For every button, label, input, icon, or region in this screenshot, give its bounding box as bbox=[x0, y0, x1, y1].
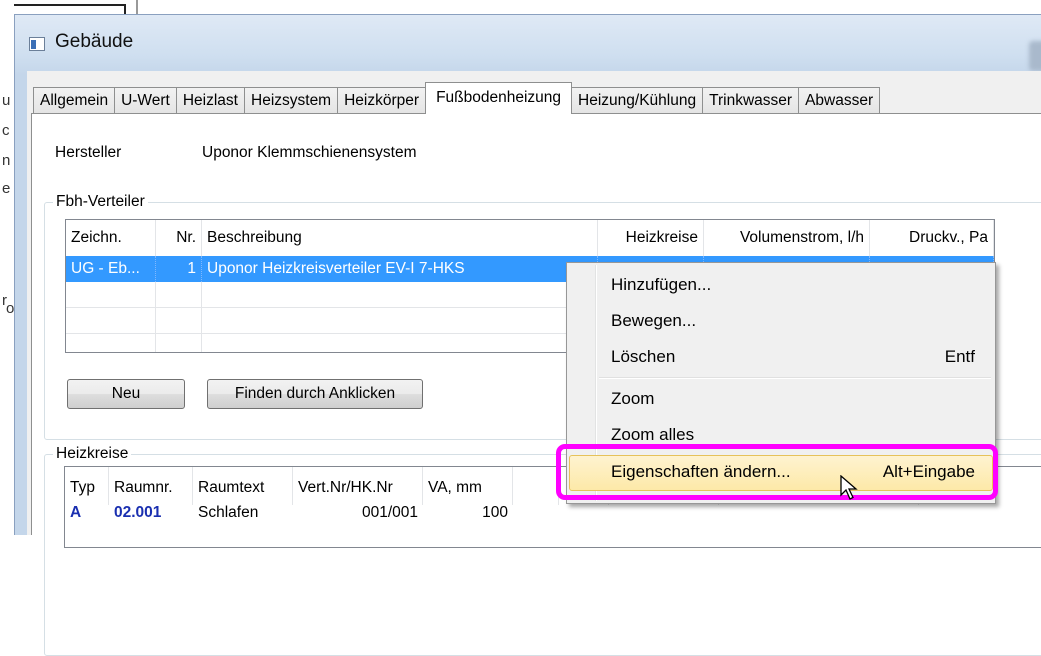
tab-fussbodenheizung[interactable]: Fußbodenheizung bbox=[425, 82, 573, 114]
menu-item-label: Zoom bbox=[611, 389, 655, 408]
tab-heizsystem[interactable]: Heizsystem bbox=[244, 87, 339, 114]
menu-item-shortcut: Entf bbox=[944, 347, 975, 366]
menu-item-zoom[interactable]: Zoom bbox=[611, 383, 983, 415]
background-app-top bbox=[0, 0, 1041, 46]
verteiler-list-header: Zeichn. Nr. Beschreibung Heizkreise Volu… bbox=[66, 220, 994, 256]
tab-heizung-kuehlung[interactable]: Heizung/Kühlung bbox=[571, 87, 704, 114]
column-header-raumnr[interactable]: Raumnr. bbox=[109, 467, 193, 505]
menu-separator bbox=[599, 377, 991, 379]
tab-abwasser[interactable]: Abwasser bbox=[798, 87, 881, 114]
background-glyph: u bbox=[2, 92, 11, 109]
menu-item-label: Löschen bbox=[611, 347, 676, 366]
menu-item-bewegen[interactable]: Bewegen... bbox=[611, 305, 983, 337]
background-glyph: c bbox=[2, 122, 10, 139]
column-header-typ[interactable]: Typ bbox=[65, 467, 109, 505]
tab-heizkoerper[interactable]: Heizkörper bbox=[337, 87, 427, 114]
tab-u-wert[interactable]: U-Wert bbox=[114, 87, 177, 114]
cell-beschreibung: Uponor Heizkreisverteiler EV-I 7-HKS bbox=[202, 256, 598, 282]
title-bar[interactable]: Gebäude bbox=[15, 15, 1041, 73]
column-header-zeichn[interactable]: Zeichn. bbox=[66, 220, 156, 256]
column-header-volumenstrom[interactable]: Volumenstrom, l/h bbox=[704, 220, 870, 256]
column-header-va[interactable]: VA, mm bbox=[423, 467, 513, 505]
menu-item-label: Zoom alles bbox=[611, 425, 695, 444]
menu-item-label: Hinzufügen... bbox=[611, 275, 712, 294]
table-row[interactable]: A 02.001 Schlafen 001/001 100 bbox=[65, 505, 1041, 531]
column-header-raumtext[interactable]: Raumtext bbox=[193, 467, 293, 505]
neu-button[interactable]: Neu bbox=[67, 379, 185, 409]
tab-strip: Allgemein U-Wert Heizlast Heizsystem Hei… bbox=[33, 82, 881, 114]
cell-typ: A bbox=[70, 505, 82, 521]
hersteller-label: Hersteller bbox=[55, 144, 122, 161]
cell-va: 100 bbox=[482, 505, 508, 521]
menu-item-loeschen[interactable]: Löschen Entf bbox=[611, 341, 983, 373]
tab-allgemein[interactable]: Allgemein bbox=[33, 87, 116, 114]
background-glyph: n bbox=[2, 152, 11, 169]
hersteller-value[interactable]: Uponor Klemmschienensystem bbox=[202, 144, 417, 162]
column-header-5[interactable] bbox=[513, 467, 559, 505]
mouse-cursor-icon bbox=[840, 475, 858, 500]
cell-zeichn: UG - Eb... bbox=[66, 256, 156, 282]
finden-durch-anklicken-button[interactable]: Finden durch Anklicken bbox=[207, 379, 423, 409]
menu-item-hinzufuegen[interactable]: Hinzufügen... bbox=[611, 269, 983, 301]
column-header-heizkreise[interactable]: Heizkreise bbox=[598, 220, 704, 256]
column-header-beschreibung[interactable]: Beschreibung bbox=[202, 220, 598, 256]
cell-vert-nr: 001/001 bbox=[361, 505, 418, 521]
cell-raumtext: Schlafen bbox=[198, 505, 259, 521]
menu-item-label: Bewegen... bbox=[611, 311, 697, 330]
highlight-annotation bbox=[556, 444, 998, 500]
window-title: Gebäude bbox=[55, 31, 134, 52]
background-app-left: u c n e r o bbox=[0, 0, 14, 520]
tab-trinkwasser[interactable]: Trinkwasser bbox=[702, 87, 800, 114]
column-header-druckv[interactable]: Druckv., Pa bbox=[870, 220, 994, 256]
heizkreise-group-label: Heizkreise bbox=[53, 445, 132, 463]
background-divider bbox=[136, 0, 138, 14]
blurred-window-control bbox=[1029, 41, 1041, 71]
background-glyph: e bbox=[2, 180, 11, 197]
cell-nr: 1 bbox=[156, 256, 202, 282]
column-header-vert-nr[interactable]: Vert.Nr/HK.Nr bbox=[293, 467, 423, 505]
tab-heizlast[interactable]: Heizlast bbox=[175, 87, 245, 114]
window-icon bbox=[29, 37, 45, 51]
cell-raumnr: 02.001 bbox=[114, 505, 162, 521]
column-header-nr[interactable]: Nr. bbox=[156, 220, 202, 256]
verteiler-group-label: Fbh-Verteiler bbox=[53, 193, 148, 211]
